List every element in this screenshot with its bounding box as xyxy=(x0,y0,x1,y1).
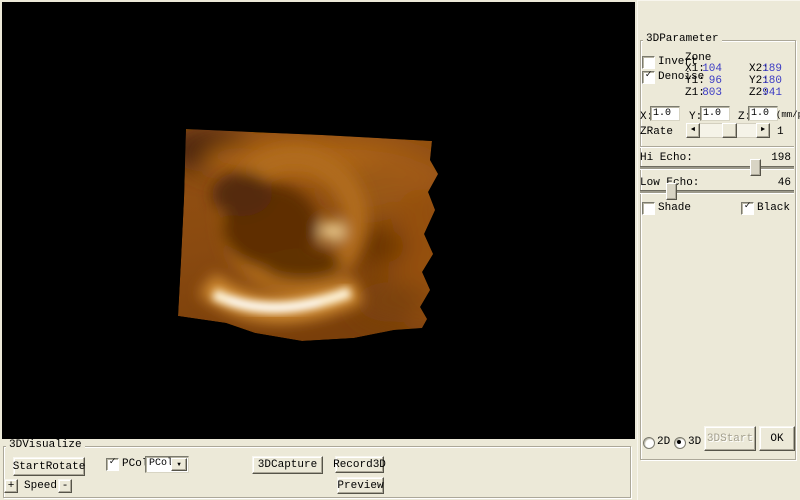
pcolor-dropdown[interactable]: PColor ▼ xyxy=(145,456,189,473)
preview-button[interactable]: Preview xyxy=(337,477,384,494)
zone-x2-value: 189 xyxy=(762,63,782,75)
scale-unit-label: (mm/p) xyxy=(776,110,800,120)
scale-y-input[interactable] xyxy=(700,106,730,121)
parameter-panel: 3DParameter Invert ✓ Denoise Zone X1: 10… xyxy=(637,0,800,500)
parameter-group-title: 3DParameter xyxy=(643,34,722,45)
zone-z2-value: 941 xyxy=(762,87,782,99)
start-rotate-button[interactable]: StartRotate xyxy=(13,457,85,476)
low-echo-track[interactable] xyxy=(640,190,794,194)
zone-y2-value: 180 xyxy=(762,75,782,87)
denoise-checkbox[interactable]: ✓ xyxy=(642,71,655,84)
scale-z-input[interactable] xyxy=(748,106,778,121)
3dcapture-button[interactable]: 3DCapture xyxy=(252,456,323,474)
shade-checkbox[interactable] xyxy=(642,202,655,215)
render-viewport[interactable] xyxy=(2,2,635,439)
hi-echo-track[interactable] xyxy=(640,166,794,170)
visualize-group-title: 3DVisualize xyxy=(6,440,85,451)
mode-2d-radio[interactable] xyxy=(643,437,655,449)
zrate-right-arrow[interactable]: ► xyxy=(756,123,770,138)
zrate-label: ZRate xyxy=(640,126,673,138)
ok-button[interactable]: OK xyxy=(759,426,795,451)
zrate-thumb[interactable] xyxy=(722,123,737,138)
hi-echo-label: Hi Echo: xyxy=(640,152,693,164)
zrate-left-arrow[interactable]: ◄ xyxy=(686,123,700,138)
black-label: Black xyxy=(757,202,790,214)
hi-echo-thumb[interactable] xyxy=(750,159,761,176)
zrate-scrollbar[interactable]: ◄ ► xyxy=(686,123,770,138)
invert-checkbox[interactable] xyxy=(642,56,655,69)
shade-label: Shade xyxy=(658,202,691,214)
app-window: 3DParameter Invert ✓ Denoise Zone X1: 10… xyxy=(0,0,800,500)
hi-echo-value: 198 xyxy=(758,152,791,164)
pcolor-checkbox[interactable]: ✓ xyxy=(106,458,119,471)
speed-label: Speed xyxy=(24,480,57,492)
low-echo-value: 46 xyxy=(758,177,791,189)
speed-plus-button[interactable]: + xyxy=(4,479,18,493)
ultrasound-3d-image xyxy=(2,2,635,439)
record3d-button[interactable]: Record3D xyxy=(335,456,384,473)
chevron-down-icon[interactable]: ▼ xyxy=(171,458,187,471)
mode-3d-radio[interactable] xyxy=(674,437,686,449)
mode-2d-label: 2D xyxy=(657,436,670,448)
low-echo-thumb[interactable] xyxy=(666,183,677,200)
parameter-groupbox xyxy=(640,40,796,460)
section-divider xyxy=(640,146,794,148)
zone-z1-value: 803 xyxy=(698,87,722,99)
speed-minus-button[interactable]: - xyxy=(58,479,72,493)
black-checkbox[interactable]: ✓ xyxy=(741,202,754,215)
zrate-value: 1 xyxy=(777,126,784,138)
zone-x1-value: 104 xyxy=(698,63,722,75)
3dstart-button[interactable]: 3DStart xyxy=(704,426,756,451)
zone-y1-value: 96 xyxy=(698,75,722,87)
scale-x-input[interactable] xyxy=(650,106,680,121)
visualize-panel: 3DVisualize StartRotate + Speed - ✓ PCol… xyxy=(0,439,637,500)
mode-3d-label: 3D xyxy=(688,436,701,448)
